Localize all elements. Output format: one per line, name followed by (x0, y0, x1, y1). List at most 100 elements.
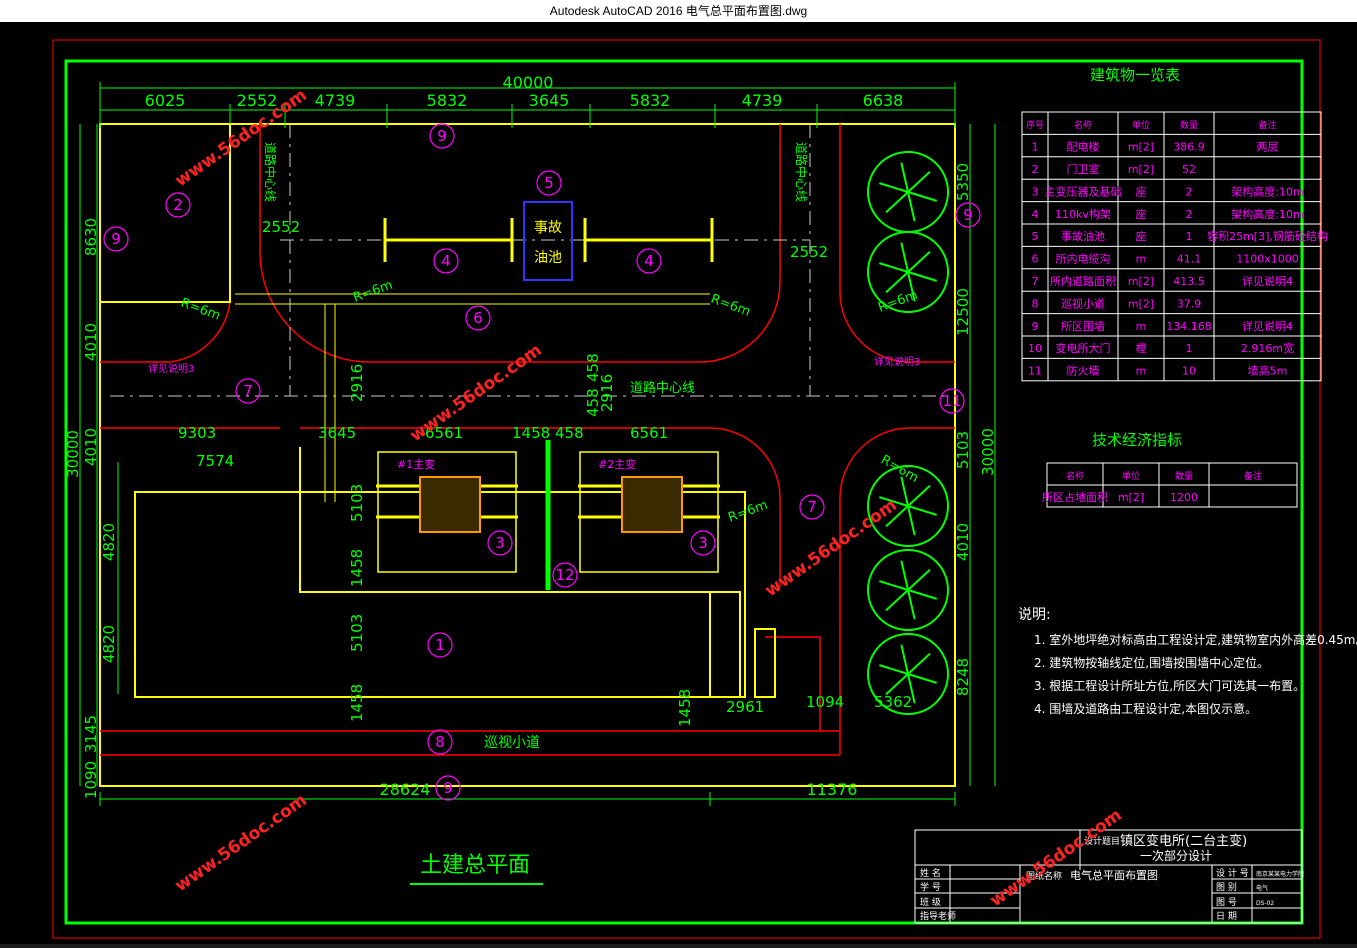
marker-label: 7 (807, 498, 817, 516)
table-cell: 架构高度:10m (1231, 207, 1303, 221)
svg-text:www.56doc.com: www.56doc.com (171, 790, 310, 896)
table-cell: 座 (1136, 229, 1147, 243)
table-header-cell: 单位 (1122, 470, 1140, 482)
table-header-cell: 名称 (1074, 119, 1092, 131)
dim-left-8: 1090 (82, 761, 100, 799)
svg-text:学 号: 学 号 (920, 881, 941, 893)
table-cell: 门卫室 (1067, 162, 1100, 176)
marker-label: 9 (111, 230, 121, 248)
dim-right-3: 30000 (979, 428, 997, 476)
dim-inner-4: 3645 (318, 424, 356, 442)
dim-top-4: 5832 (427, 91, 468, 110)
table-header-cell: 数量 (1175, 470, 1193, 482)
road-centerline-label-1: 道路中心线 (263, 142, 278, 202)
table-cell: 1 (1032, 141, 1039, 154)
dim-inner-10: 2916 (348, 364, 366, 402)
table-cell: 11 (1028, 365, 1042, 378)
marker-label: 3 (698, 534, 708, 552)
tb-right-rows: 设 计 号 图 别 图 号 日 期 南京某某电力学院 电气 DS-02 (1216, 867, 1304, 922)
marker-label: 9 (437, 127, 447, 145)
table-cell: m (1136, 365, 1147, 378)
svg-text:设 计 号: 设 计 号 (1216, 867, 1249, 879)
dim-inner-3: 9303 (178, 424, 216, 442)
dim-left-2: 4010 (82, 323, 100, 361)
cad-canvas[interactable]: 40000 6025 2552 4739 5832 3645 5832 4739… (0, 22, 1357, 944)
table-cell: 41.1 (1177, 253, 1202, 266)
note-4: 4. 围墙及道路由工程设计定,本图仅示意。 (1034, 701, 1257, 716)
dim-inner-21: 5362 (874, 693, 912, 711)
table-cell: 所区占地面积 (1042, 490, 1108, 504)
table-cell: 座 (1136, 207, 1147, 221)
dim-left-5: 4820 (100, 523, 118, 561)
table-cell: 7 (1032, 275, 1039, 288)
dim-right-5: 4010 (954, 523, 972, 561)
table-cell: 5 (1032, 230, 1039, 243)
table-cell: 两层 (1257, 141, 1279, 154)
dim-top-5: 3645 (529, 91, 570, 110)
table-cell: 1 (1186, 230, 1193, 243)
dim-inner-19: 2961 (726, 698, 764, 716)
svg-text:指导老师: 指导老师 (920, 910, 956, 922)
building-table-title: 建筑物一览表 (1090, 66, 1180, 84)
marker-label: 4 (644, 252, 654, 270)
svg-text:图 号: 图 号 (1216, 897, 1237, 908)
trees (867, 151, 949, 715)
oil-pit-text-2: 油池 (534, 250, 562, 266)
table-cell: m[2] (1128, 141, 1154, 154)
dim-left-3: 30000 (64, 430, 82, 478)
road-centerline-label-3: 道路中心线 (630, 380, 695, 396)
svg-text:电气: 电气 (1256, 884, 1268, 892)
table-header-cell: 单位 (1132, 119, 1150, 131)
building-table: 序号 名称 单位 数量 备注1 配电楼 m[2] 386.9 两层2 门卫室 m[2] 523 主变压器… (1021, 111, 1328, 382)
marker-label: 9 (963, 206, 973, 224)
dim-inner-13: 458 (584, 388, 602, 417)
tech-table-title: 技术经济指标 (1092, 431, 1182, 449)
dim-inner-12: 458 (584, 353, 602, 382)
table-cell: 墙高5m (1248, 364, 1288, 378)
table-cell: 防火墙 (1067, 364, 1100, 378)
table-cell: 9 (1032, 320, 1039, 333)
table-cell: 6 (1032, 253, 1039, 266)
dim-top-6: 5832 (630, 91, 671, 110)
dim-top-3: 4739 (315, 91, 356, 110)
radius-label-1: R=6m (179, 296, 223, 324)
table-cell: m (1136, 320, 1147, 333)
marker-label: 6 (473, 309, 483, 327)
radius-label-2: R=6m (351, 278, 395, 306)
tb-project-line2: 一次部分设计 (1140, 848, 1212, 863)
dim-inner-14: 5103 (348, 484, 366, 522)
svg-text:姓 名: 姓 名 (920, 867, 941, 879)
svg-text:班 级: 班 级 (920, 896, 941, 908)
table-cell: 事故油池 (1061, 229, 1105, 243)
table-header-cell: 备注 (1244, 470, 1262, 482)
radius-label-5: R=6m (726, 498, 770, 526)
note-1: 1. 室外地坪绝对标高由工程设计定,建筑物室内外高差0.45m。 (1034, 632, 1357, 647)
table-cell: 386.9 (1173, 141, 1205, 154)
transformer-2-label: #2主变 (598, 457, 636, 471)
dim-inner-17: 1458 (348, 684, 366, 722)
road-centerline-label-2: 道路中心线 (794, 142, 809, 202)
svg-text:www.56doc.com: www.56doc.com (761, 495, 900, 601)
table-header-cell: 序号 (1026, 119, 1044, 131)
dim-right-2: 12500 (954, 288, 972, 336)
table-cell: 4 (1032, 208, 1039, 221)
table-cell: m (1136, 253, 1147, 266)
dim-inner-15: 5103 (348, 614, 366, 652)
marker-label: 2 (173, 196, 183, 214)
table-cell: 10 (1028, 342, 1042, 355)
svg-text:DS-02: DS-02 (1256, 900, 1274, 907)
dim-bottom-2: 11376 (807, 780, 858, 799)
transformer-1-label: #1主变 (397, 457, 435, 471)
table-cell: 配电楼 (1067, 140, 1100, 154)
drawing-viewport[interactable]: 40000 6025 2552 4739 5832 3645 5832 4739… (0, 22, 1357, 944)
marker-label: 7 (243, 382, 253, 400)
table-cell: 2.916m宽 (1241, 341, 1294, 355)
table-cell: 37.9 (1177, 297, 1202, 310)
table-cell: 主变压器及基础 (1045, 184, 1122, 198)
marker-label: 11 (942, 392, 961, 410)
tb-project-line1: 镇区变电所(二台主变) (1120, 833, 1247, 849)
table-cell: 1200 (1170, 491, 1198, 504)
table-cell: 所内电缆沟 (1056, 252, 1111, 266)
notes-title: 说明: (1018, 607, 1051, 623)
note-ref-2: 详见说明3 (874, 355, 920, 368)
